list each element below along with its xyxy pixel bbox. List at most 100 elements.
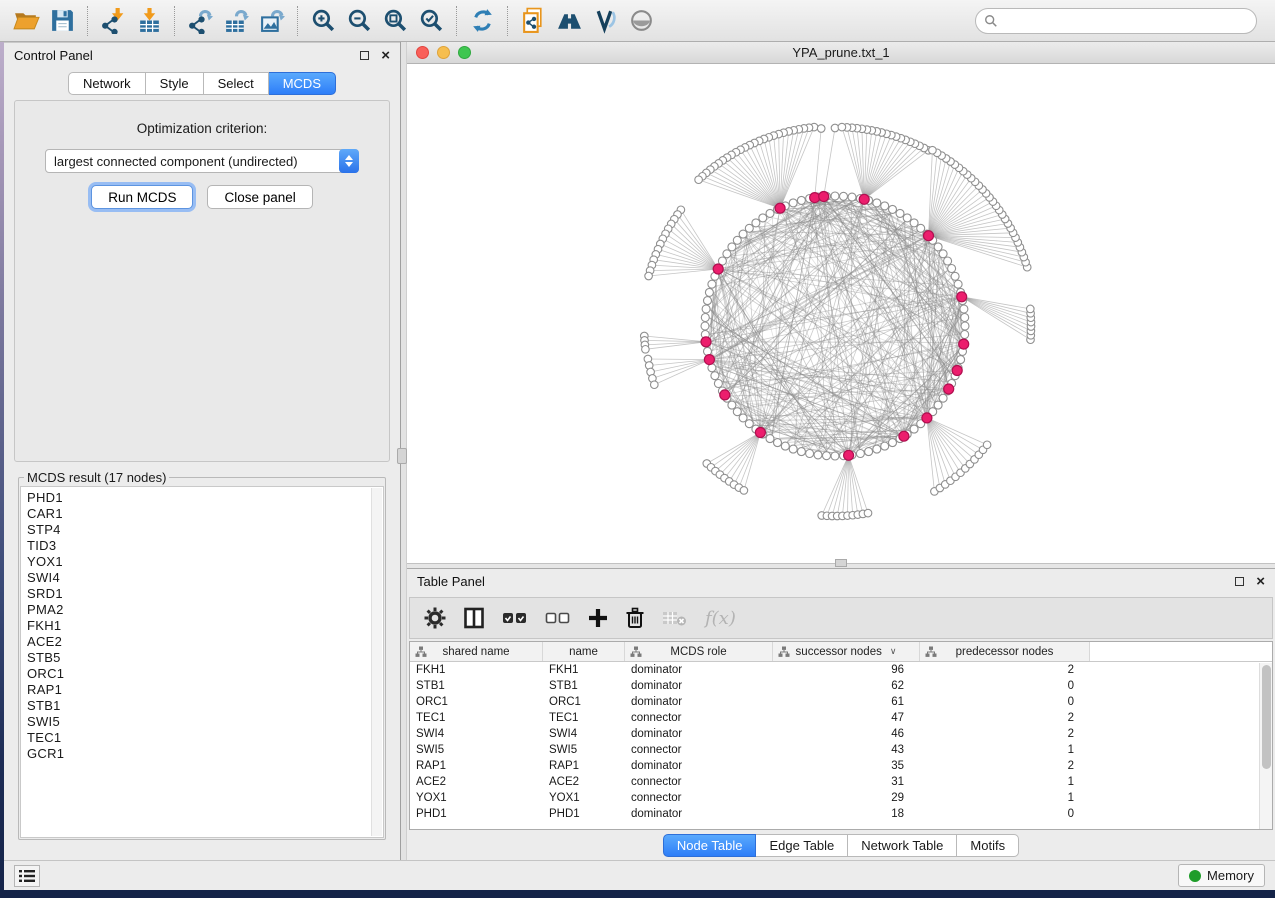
dominator-node: [810, 193, 820, 203]
new-network-from-selection-button[interactable]: [515, 4, 551, 38]
network-graph[interactable]: [407, 64, 1275, 563]
splitter-grip[interactable]: [835, 559, 847, 567]
mcds-list-scrollbar[interactable]: [371, 488, 382, 836]
import-table-button[interactable]: [131, 4, 167, 38]
close-panel-button[interactable]: Close panel: [207, 185, 312, 209]
dominator-node: [704, 355, 714, 365]
zoom-out-button[interactable]: [341, 4, 377, 38]
import-network-button[interactable]: [95, 4, 131, 38]
cell-successor-nodes: 35: [773, 760, 920, 772]
mcds-result-item[interactable]: CAR1: [27, 506, 383, 522]
tab-mcds[interactable]: MCDS: [269, 72, 336, 95]
zoom-fit-button[interactable]: [377, 4, 413, 38]
splitter-grip[interactable]: [397, 448, 407, 464]
open-file-button[interactable]: [8, 4, 44, 38]
show-hide-button[interactable]: [623, 4, 659, 38]
mcds-result-item[interactable]: GCR1: [27, 746, 383, 762]
column-header-successor-nodes[interactable]: successor nodes∨: [773, 642, 920, 661]
horizontal-splitter[interactable]: [407, 563, 1275, 569]
table-row[interactable]: ORC1ORC1dominator610: [410, 694, 1272, 710]
toolbar-separator: [507, 6, 508, 36]
vertical-splitter[interactable]: [400, 42, 407, 860]
search-field[interactable]: [975, 8, 1257, 34]
mcds-result-title: MCDS result (17 nodes): [24, 470, 169, 485]
tab-network[interactable]: Network: [68, 72, 146, 95]
mcds-result-item[interactable]: STP4: [27, 522, 383, 538]
memory-button[interactable]: Memory: [1178, 864, 1265, 887]
table-row[interactable]: SWI4SWI4dominator462: [410, 726, 1272, 742]
column-header-predecessor-nodes[interactable]: predecessor nodes: [920, 642, 1090, 661]
show-columns-button[interactable]: [463, 607, 485, 629]
network-window: YPA_prune.txt_1: [407, 42, 1275, 563]
mcds-result-item[interactable]: TEC1: [27, 730, 383, 746]
export-image-button[interactable]: [254, 4, 290, 38]
tab-network-table[interactable]: Network Table: [848, 834, 957, 857]
mcds-result-item[interactable]: RAP1: [27, 682, 383, 698]
network-titlebar[interactable]: YPA_prune.txt_1: [407, 42, 1275, 64]
cell-name: RAP1: [543, 760, 625, 772]
mcds-result-item[interactable]: SWI4: [27, 570, 383, 586]
table-row[interactable]: YOX1YOX1connector291: [410, 790, 1272, 806]
mcds-result-item[interactable]: PHD1: [27, 490, 383, 506]
mcds-result-item[interactable]: YOX1: [27, 554, 383, 570]
table-row[interactable]: PHD1PHD1dominator180: [410, 806, 1272, 822]
zoom-selected-button[interactable]: [413, 4, 449, 38]
table-row[interactable]: ACE2ACE2connector311: [410, 774, 1272, 790]
table-row[interactable]: TEC1TEC1connector472: [410, 710, 1272, 726]
save-icon: [49, 7, 76, 34]
cell-successor-nodes: 96: [773, 664, 920, 676]
close-panel-icon[interactable]: ×: [1256, 577, 1265, 587]
table-row[interactable]: FKH1FKH1dominator962: [410, 662, 1272, 678]
mcds-result-item[interactable]: ORC1: [27, 666, 383, 682]
task-history-button[interactable]: [14, 865, 40, 887]
mcds-result-list[interactable]: PHD1CAR1STP4TID3YOX1SWI4SRD1PMA2FKH1ACE2…: [20, 486, 384, 838]
tab-edge-table[interactable]: Edge Table: [756, 834, 848, 857]
add-column-button[interactable]: [588, 608, 608, 628]
tab-select[interactable]: Select: [204, 72, 269, 95]
mcds-result-item[interactable]: SRD1: [27, 586, 383, 602]
table-panel: Table Panel × f(x) shared namenameM: [407, 569, 1275, 860]
save-session-button[interactable]: [44, 4, 80, 38]
status-bar: Memory: [4, 860, 1275, 890]
export-network-button[interactable]: [182, 4, 218, 38]
toolbar-separator: [456, 6, 457, 36]
network-canvas[interactable]: [407, 64, 1275, 563]
float-panel-icon[interactable]: [1235, 577, 1244, 586]
float-panel-icon[interactable]: [360, 51, 369, 60]
export-table-button[interactable]: [218, 4, 254, 38]
mcds-result-item[interactable]: FKH1: [27, 618, 383, 634]
table-scrollbar[interactable]: [1259, 663, 1272, 829]
dominator-node: [957, 292, 967, 302]
mcds-result-item[interactable]: PMA2: [27, 602, 383, 618]
mcds-result-item[interactable]: TID3: [27, 538, 383, 554]
delete-column-button[interactable]: [625, 607, 645, 629]
cell-shared-name: FKH1: [410, 664, 543, 676]
first-neighbors-button[interactable]: [551, 4, 587, 38]
refresh-button[interactable]: [464, 4, 500, 38]
deselect-all-rows-button[interactable]: [545, 609, 571, 627]
run-mcds-button[interactable]: Run MCDS: [91, 185, 193, 209]
tab-node-table[interactable]: Node Table: [663, 834, 757, 857]
column-header-shared-name[interactable]: shared name: [410, 642, 543, 661]
table-row[interactable]: SWI5SWI5connector431: [410, 742, 1272, 758]
column-header-name[interactable]: name: [543, 642, 625, 661]
select-all-rows-button[interactable]: [502, 609, 528, 627]
tab-style[interactable]: Style: [146, 72, 204, 95]
close-panel-icon[interactable]: ×: [381, 51, 390, 61]
main-toolbar: [0, 0, 1275, 42]
table-settings-button[interactable]: [424, 607, 446, 629]
zoom-in-button[interactable]: [305, 4, 341, 38]
mcds-result-item[interactable]: SWI5: [27, 714, 383, 730]
mcds-result-item[interactable]: STB5: [27, 650, 383, 666]
toolbar-separator: [87, 6, 88, 36]
tab-motifs[interactable]: Motifs: [957, 834, 1019, 857]
table-row[interactable]: STB1STB1dominator620: [410, 678, 1272, 694]
column-header-MCDS-role[interactable]: MCDS role: [625, 642, 773, 661]
apply-style-button[interactable]: [587, 4, 623, 38]
optimization-criterion-select[interactable]: largest connected component (undirected): [45, 149, 359, 173]
mcds-result-item[interactable]: ACE2: [27, 634, 383, 650]
table-row[interactable]: RAP1RAP1dominator352: [410, 758, 1272, 774]
mcds-result-item[interactable]: STB1: [27, 698, 383, 714]
scrollbar-thumb[interactable]: [1262, 665, 1271, 769]
search-input[interactable]: [1003, 14, 1248, 28]
